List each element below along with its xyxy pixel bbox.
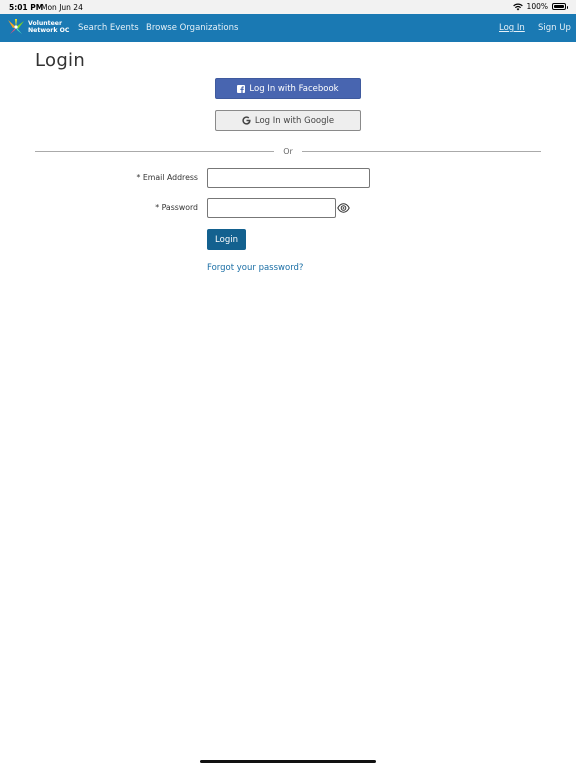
wifi-icon: [512, 3, 523, 10]
password-label: * Password: [155, 203, 198, 212]
eye-icon[interactable]: [337, 202, 350, 214]
battery-icon: [552, 3, 568, 10]
google-login-button[interactable]: Log In with Google: [215, 110, 361, 131]
status-bar: 5:01 PM Mon Jun 24 100%: [0, 0, 576, 14]
password-input[interactable]: [207, 198, 336, 218]
google-icon: [242, 116, 251, 125]
status-date: Mon Jun 24: [41, 3, 83, 12]
navbar: Volunteer Network OC Search Events Brows…: [0, 14, 576, 42]
google-login-label: Log In with Google: [254, 115, 335, 126]
nav-browse-organizations[interactable]: Browse Organizations: [146, 23, 238, 33]
nav-search-events[interactable]: Search Events: [78, 23, 139, 33]
divider-right: [302, 151, 541, 152]
login-button[interactable]: Login: [207, 229, 246, 250]
nav-log-in[interactable]: Log In: [499, 23, 525, 33]
site-logo[interactable]: Volunteer Network OC: [6, 18, 69, 36]
forgot-password-link[interactable]: Forgot your password?: [207, 263, 303, 273]
logo-line2: Network OC: [28, 27, 70, 34]
email-label: * Email Address: [136, 173, 198, 182]
page-title: Login: [35, 50, 86, 71]
email-input[interactable]: [207, 168, 370, 188]
logo-icon: [8, 19, 24, 34]
nav-sign-up[interactable]: Sign Up: [538, 23, 571, 33]
logo-line1: Volunteer: [28, 20, 63, 27]
battery-percent: 100%: [526, 2, 548, 11]
status-time: 5:01 PM: [9, 3, 44, 12]
facebook-login-label: Log In with Facebook: [249, 83, 339, 94]
battery-fill: [554, 5, 564, 8]
status-right: 100%: [512, 2, 568, 11]
home-indicator[interactable]: [200, 760, 376, 763]
logo-text: Volunteer Network OC: [28, 20, 69, 34]
divider-or: Or: [283, 147, 293, 156]
facebook-icon: [237, 84, 246, 93]
facebook-login-button[interactable]: Log In with Facebook: [215, 78, 361, 99]
divider-left: [35, 151, 274, 152]
